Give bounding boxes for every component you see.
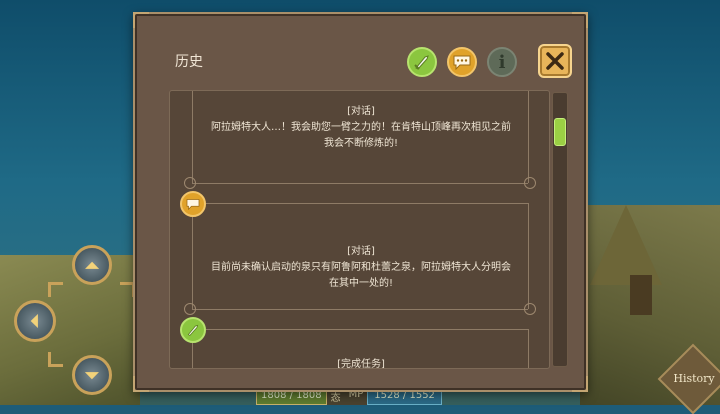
move-down-button[interactable]: ⏷ bbox=[72, 355, 112, 395]
panel-corner-ornament bbox=[133, 376, 149, 392]
history-log-list[interactable]: [对话] 阿拉姆特大人…！我会助您一臂之力的！在肯特山顶峰再次相见之前我会不断修… bbox=[169, 90, 550, 369]
entry-type-label: [对话] bbox=[347, 246, 375, 257]
entry-frame-line bbox=[192, 309, 528, 310]
log-entry: [完成任务] bbox=[192, 357, 530, 369]
move-left-button[interactable]: ⏴ bbox=[14, 300, 56, 342]
info-icon: i bbox=[498, 51, 506, 73]
frame-scroll-ornament bbox=[184, 177, 196, 189]
quest-entry-marker bbox=[180, 317, 206, 343]
entry-frame-line bbox=[206, 203, 528, 204]
panel-title: 历史 bbox=[175, 54, 203, 70]
corner-bracket-icon bbox=[48, 282, 63, 297]
double-chevron-up-icon: ⏶ bbox=[84, 253, 100, 277]
frame-scroll-ornament bbox=[524, 177, 536, 189]
dialog-filter-button[interactable] bbox=[447, 47, 477, 77]
panel-corner-ornament bbox=[572, 12, 588, 28]
speech-bubble-icon bbox=[186, 199, 200, 210]
history-panel: 历史 i [对话] 阿拉姆特大人…！我会助您一臂之力的！在肯特山顶峰再次相见之前… bbox=[133, 12, 588, 392]
quest-sword-icon bbox=[187, 324, 199, 336]
double-chevron-down-icon: ⏷ bbox=[84, 363, 100, 387]
quest-filter-button[interactable] bbox=[407, 47, 437, 77]
entry-text: 目前尚未确认启动的泉只有阿鲁阿和杜蕾之泉，阿拉姆特大人分明会在其中一处的! bbox=[211, 262, 511, 289]
entry-frame-line bbox=[206, 329, 528, 330]
log-scrollbar[interactable] bbox=[552, 92, 568, 367]
speech-bubble-icon bbox=[453, 55, 471, 70]
tree-icon bbox=[590, 205, 662, 285]
close-x-icon bbox=[546, 52, 564, 70]
move-up-button[interactable]: ⏶ bbox=[72, 245, 112, 285]
tree-trunk bbox=[630, 275, 652, 315]
panel-corner-ornament bbox=[133, 12, 149, 28]
entry-type-label: [对话] bbox=[347, 106, 375, 117]
panel-corner-ornament bbox=[572, 376, 588, 392]
entry-text: 阿拉姆特大人…！我会助您一臂之力的！在肯特山顶峰再次相见之前我会不断修炼的! bbox=[211, 122, 511, 149]
close-button[interactable] bbox=[538, 44, 572, 78]
double-chevron-left-icon: ⏴ bbox=[30, 309, 40, 333]
entry-frame-line bbox=[192, 183, 528, 184]
history-button-label[interactable]: History bbox=[669, 372, 719, 385]
frame-scroll-ornament bbox=[184, 303, 196, 315]
log-entry: [对话] 阿拉姆特大人…！我会助您一臂之力的！在肯特山顶峰再次相见之前我会不断修… bbox=[192, 104, 530, 152]
info-filter-button[interactable]: i bbox=[487, 47, 517, 77]
dialog-entry-marker bbox=[180, 191, 206, 217]
quest-sword-icon bbox=[414, 55, 429, 70]
frame-scroll-ornament bbox=[524, 303, 536, 315]
scrollbar-thumb[interactable] bbox=[554, 118, 566, 146]
log-entry: [对话] 目前尚未确认启动的泉只有阿鲁阿和杜蕾之泉，阿拉姆特大人分明会在其中一处… bbox=[192, 244, 530, 292]
corner-bracket-icon bbox=[48, 352, 63, 367]
entry-type-label: [完成任务] bbox=[337, 359, 385, 369]
